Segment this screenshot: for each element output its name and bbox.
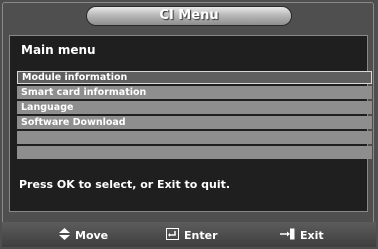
main-menu-label: Main menu — [21, 43, 96, 57]
menu-item-empty-2 — [17, 146, 372, 159]
enter-label: Enter — [184, 229, 218, 242]
move-label: Move — [75, 229, 109, 242]
menu-item-language[interactable]: Language — [17, 101, 372, 114]
menu-item-module-information[interactable]: Module information — [17, 71, 372, 84]
help-hint: Press OK to select, or Exit to quit. — [19, 178, 231, 191]
ci-menu-screen: CI Menu Main menu Module information Sma… — [0, 0, 378, 249]
enter-hint: Enter — [166, 228, 218, 244]
exit-hint: Exit — [280, 228, 324, 244]
up-down-arrows-icon — [59, 228, 70, 244]
menu-list: Module information Smart card informatio… — [17, 71, 372, 161]
menu-title: CI Menu — [159, 8, 219, 23]
move-hint: Move — [59, 228, 108, 244]
enter-icon — [166, 228, 179, 244]
menu-item-smart-card-information[interactable]: Smart card information — [17, 86, 372, 99]
title-pill: CI Menu — [86, 6, 292, 26]
menu-item-empty-1 — [17, 131, 372, 144]
exit-icon — [280, 228, 295, 244]
title-bar: CI Menu — [0, 0, 378, 30]
exit-label: Exit — [300, 229, 324, 242]
menu-item-software-download[interactable]: Software Download — [17, 116, 372, 129]
